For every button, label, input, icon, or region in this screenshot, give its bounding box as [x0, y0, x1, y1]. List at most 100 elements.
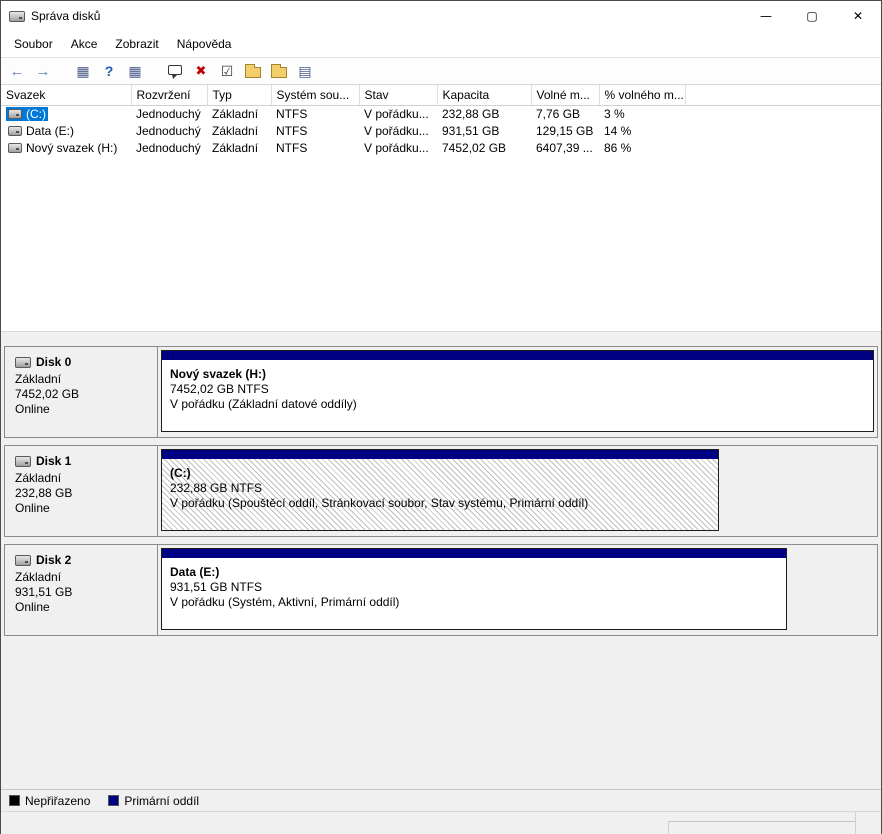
menubar: Soubor Akce Zobrazit Nápověda: [1, 31, 881, 57]
action-dialog-icon[interactable]: [163, 59, 187, 83]
volume-row-e[interactable]: Data (E:) Jednoduchý Základní NTFS V poř…: [1, 123, 881, 140]
cell-type: Základní: [207, 140, 271, 157]
cell-free-pct: 14 %: [599, 123, 685, 140]
cell-fs: NTFS: [271, 123, 359, 140]
partition-e[interactable]: Data (E:) 931,51 GB NTFS V pořádku (Syst…: [161, 548, 787, 630]
cell-free: 6407,39 ...: [531, 140, 599, 157]
col-filler: [685, 85, 881, 105]
disk-status: Online: [15, 600, 157, 615]
help-icon[interactable]: ?: [97, 59, 121, 83]
menu-akce[interactable]: Akce: [62, 33, 107, 55]
disk-icon: [15, 555, 31, 566]
col-stav[interactable]: Stav: [359, 85, 437, 105]
graphical-pane: Disk 0 Základní 7452,02 GB Online Nový s…: [1, 339, 881, 789]
explore-folder-icon[interactable]: [267, 59, 291, 83]
disk-row-2: Disk 2 Základní 931,51 GB Online Data (E…: [4, 544, 878, 636]
export-list-icon[interactable]: ▦: [123, 59, 147, 83]
volume-table: Svazek Rozvržení Typ Systém sou... Stav …: [1, 85, 881, 157]
drive-icon: [8, 109, 22, 119]
disk-name: Disk 2: [36, 553, 71, 568]
disk-size: 232,88 GB: [15, 486, 157, 501]
volume-table-header: Svazek Rozvržení Typ Systém sou... Stav …: [1, 85, 881, 105]
cell-free: 7,76 GB: [531, 105, 599, 123]
disk-type: Základní: [15, 372, 157, 387]
volume-row-h[interactable]: Nový svazek (H:) Jednoduchý Základní NTF…: [1, 140, 881, 157]
cell-free-pct: 3 %: [599, 105, 685, 123]
statusbar: [1, 811, 881, 834]
legend: Nepřiřazeno Primární oddíl: [1, 789, 881, 811]
cell-capacity: 7452,02 GB: [437, 140, 531, 157]
statusbar-grip: [855, 812, 881, 834]
disk-management-window: Správa disků — ▢ ✕ Soubor Akce Zobrazit …: [0, 0, 882, 834]
cell-status: V pořádku...: [359, 105, 437, 123]
cell-fs: NTFS: [271, 140, 359, 157]
menu-soubor[interactable]: Soubor: [5, 33, 62, 55]
cell-layout: Jednoduchý: [131, 105, 207, 123]
primary-partition-swatch: [108, 795, 119, 806]
cell-volume: Nový svazek (H:): [1, 140, 131, 157]
disk-name: Disk 1: [36, 454, 71, 469]
col-svazek[interactable]: Svazek: [1, 85, 131, 105]
col-typ[interactable]: Typ: [207, 85, 271, 105]
properties-icon[interactable]: ▤: [293, 59, 317, 83]
maximize-button[interactable]: ▢: [789, 1, 835, 31]
disk-2-info[interactable]: Disk 2 Základní 931,51 GB Online: [5, 545, 158, 635]
disk-0-info[interactable]: Disk 0 Základní 7452,02 GB Online: [5, 347, 158, 437]
primary-partition-strip: [162, 351, 873, 360]
disk-size: 931,51 GB: [15, 585, 157, 600]
forward-icon[interactable]: →: [31, 59, 55, 83]
menu-zobrazit[interactable]: Zobrazit: [106, 33, 167, 55]
cell-free: 129,15 GB: [531, 123, 599, 140]
partition-status: V pořádku (Spouštěcí oddíl, Stránkovací …: [170, 496, 718, 511]
back-icon[interactable]: ←: [5, 59, 29, 83]
disk-type: Základní: [15, 570, 157, 585]
col-kapacita[interactable]: Kapacita: [437, 85, 531, 105]
unallocated-swatch: [9, 795, 20, 806]
col-procento-volneho[interactable]: % volného m...: [599, 85, 685, 105]
partition-label: Data (E:): [170, 565, 786, 580]
legend-primary-partition: Primární oddíl: [108, 794, 199, 808]
console-tree-icon[interactable]: ▦: [71, 59, 95, 83]
cell-layout: Jednoduchý: [131, 123, 207, 140]
open-folder-icon[interactable]: [241, 59, 265, 83]
disk-row-0: Disk 0 Základní 7452,02 GB Online Nový s…: [4, 346, 878, 438]
cell-volume: Data (E:): [1, 123, 131, 140]
partition-c[interactable]: (C:) 232,88 GB NTFS V pořádku (Spouštěcí…: [161, 449, 719, 531]
drive-icon: [8, 143, 22, 153]
statusbar-pane: [668, 821, 855, 834]
primary-partition-strip: [162, 450, 718, 459]
partition-size: 232,88 GB NTFS: [170, 481, 718, 496]
menu-napoveda[interactable]: Nápověda: [168, 33, 241, 55]
disk-1-info[interactable]: Disk 1 Základní 232,88 GB Online: [5, 446, 158, 536]
volume-row-c[interactable]: (C:) Jednoduchý Základní NTFS V pořádku.…: [1, 105, 881, 123]
delete-volume-icon[interactable]: ✖: [189, 59, 213, 83]
mark-active-icon[interactable]: ☑: [215, 59, 239, 83]
disk-size: 7452,02 GB: [15, 387, 157, 402]
volume-list-pane: Svazek Rozvržení Typ Systém sou... Stav …: [1, 85, 881, 331]
partition-h[interactable]: Nový svazek (H:) 7452,02 GB NTFS V pořád…: [161, 350, 874, 432]
disk-icon: [15, 357, 31, 368]
titlebar[interactable]: Správa disků — ▢ ✕: [1, 1, 881, 31]
cell-capacity: 931,51 GB: [437, 123, 531, 140]
toolbar: ← → ▦ ? ▦ ✖ ☑ ▤: [1, 57, 881, 85]
cell-status: V pořádku...: [359, 140, 437, 157]
cell-free-pct: 86 %: [599, 140, 685, 157]
app-icon: [9, 11, 25, 22]
disk-icon: [15, 456, 31, 467]
legend-unallocated: Nepřiřazeno: [9, 794, 90, 808]
col-system-souboru[interactable]: Systém sou...: [271, 85, 359, 105]
cell-capacity: 232,88 GB: [437, 105, 531, 123]
cell-type: Základní: [207, 105, 271, 123]
col-volne-misto[interactable]: Volné m...: [531, 85, 599, 105]
partition-status: V pořádku (Systém, Aktivní, Primární odd…: [170, 595, 786, 610]
window-title: Správa disků: [31, 9, 100, 23]
partition-size: 7452,02 GB NTFS: [170, 382, 873, 397]
partition-status: V pořádku (Základní datové oddíly): [170, 397, 873, 412]
close-button[interactable]: ✕: [835, 1, 881, 31]
pane-splitter[interactable]: [1, 331, 881, 339]
col-rozvrzeni[interactable]: Rozvržení: [131, 85, 207, 105]
disk-status: Online: [15, 402, 157, 417]
cell-fs: NTFS: [271, 105, 359, 123]
minimize-button[interactable]: —: [743, 1, 789, 31]
disk-name: Disk 0: [36, 355, 71, 370]
